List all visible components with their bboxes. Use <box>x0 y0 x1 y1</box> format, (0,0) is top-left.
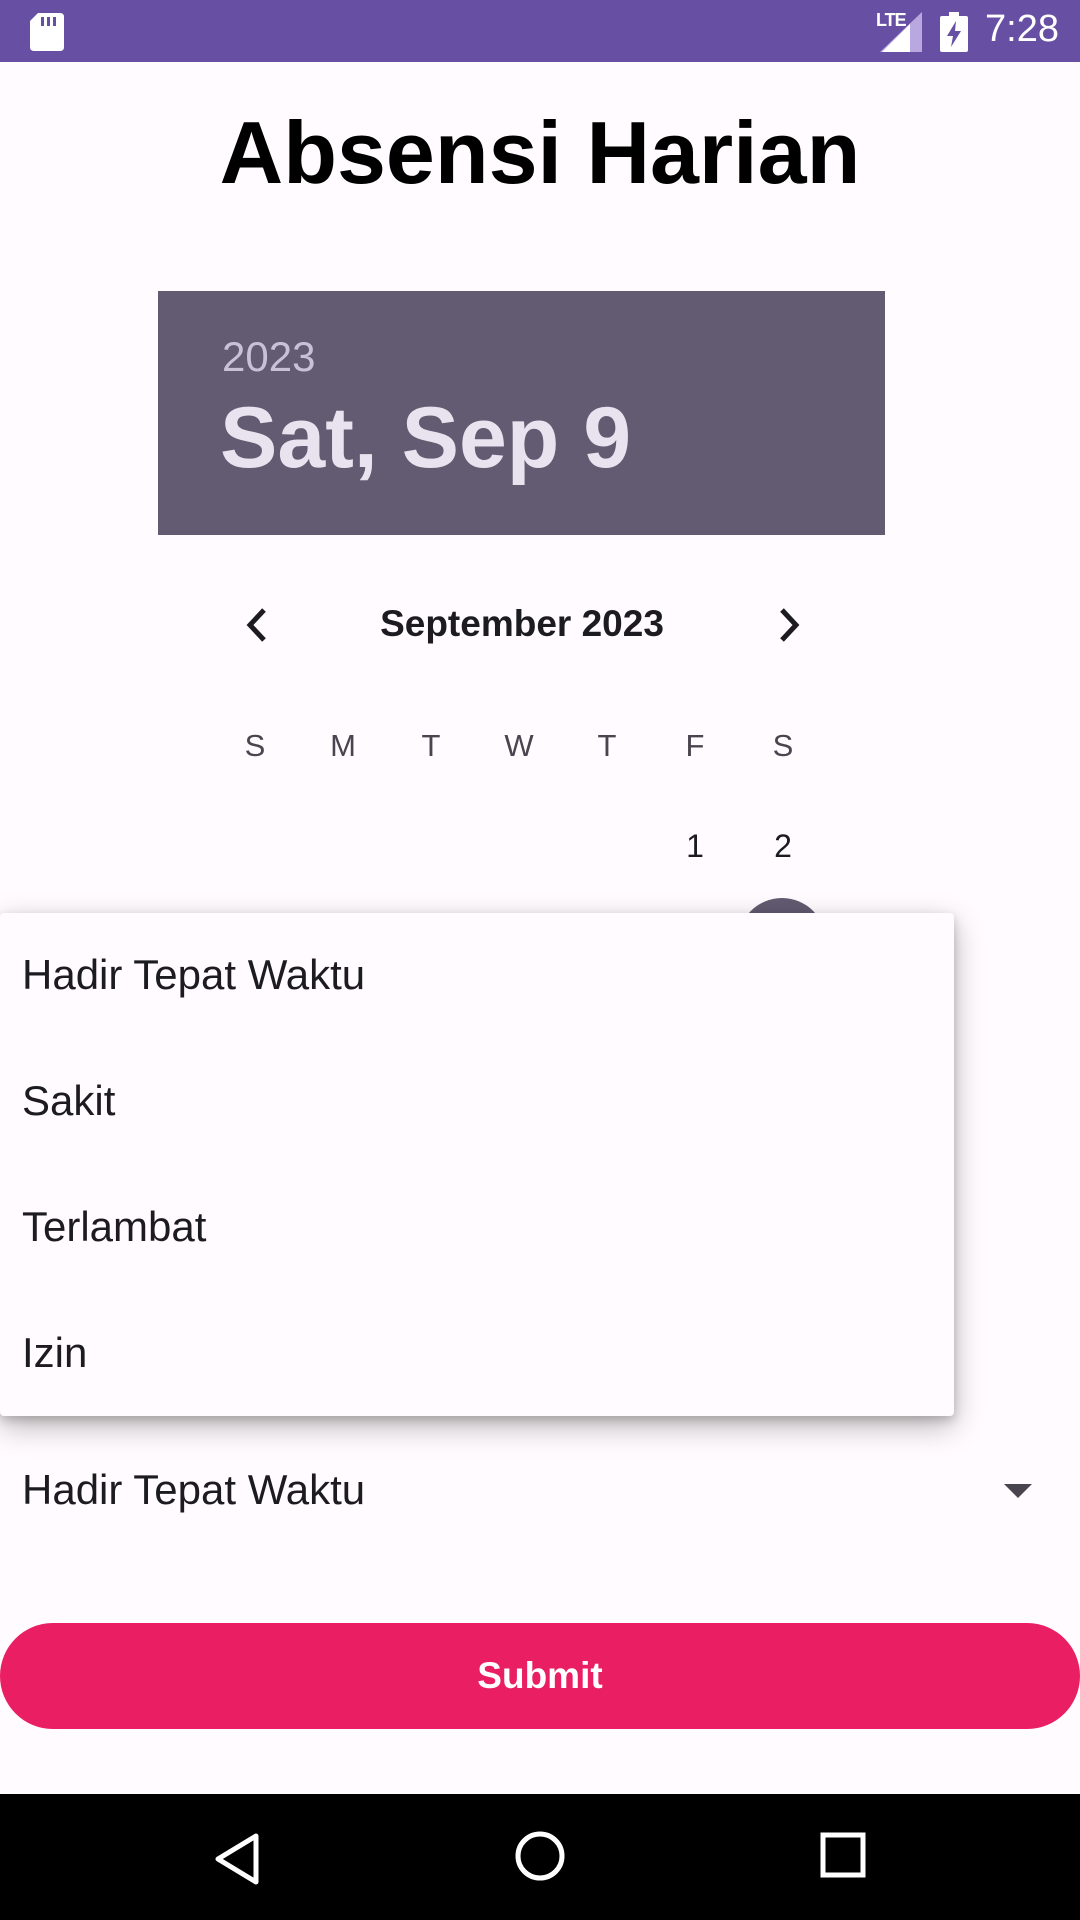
back-icon[interactable] <box>212 1832 262 1886</box>
calendar-day[interactable]: 2 <box>739 828 827 865</box>
dropdown-option[interactable]: Terlambat <box>0 1165 954 1291</box>
sd-card-icon <box>30 13 64 51</box>
chevron-left-icon[interactable] <box>236 602 276 648</box>
weekday-label: M <box>330 728 356 763</box>
date-year[interactable]: 2023 <box>222 333 315 381</box>
recents-icon[interactable] <box>820 1832 866 1878</box>
weekday-label: F <box>685 728 705 763</box>
calendar-day[interactable]: 1 <box>651 828 739 865</box>
submit-button[interactable]: Submit <box>0 1623 1080 1729</box>
status-time: 7:28 <box>985 8 1059 50</box>
system-nav-bar <box>0 1794 1080 1920</box>
weekday-label: W <box>504 728 534 763</box>
chevron-right-icon[interactable] <box>770 602 810 648</box>
status-bar: LTE 7:28 <box>0 0 1080 62</box>
weekday-label: S <box>772 728 794 763</box>
signal-icon <box>880 12 922 52</box>
selected-date: Sat, Sep 9 <box>220 390 632 486</box>
page-title: Absensi Harian <box>219 103 861 202</box>
weekday-label: T <box>597 728 617 763</box>
dropdown-option-label: Hadir Tepat Waktu <box>22 951 366 998</box>
status-dropdown-menu: Hadir Tepat Waktu Sakit Terlambat Izin <box>0 913 954 1416</box>
status-spinner-value[interactable]: Hadir Tepat Waktu <box>22 1466 365 1514</box>
dropdown-option[interactable]: Hadir Tepat Waktu <box>0 913 954 1039</box>
dropdown-option-label: Sakit <box>22 1077 116 1124</box>
dropdown-option-label: Terlambat <box>22 1203 207 1250</box>
dropdown-option[interactable]: Sakit <box>0 1039 954 1165</box>
month-label: September 2023 <box>380 603 664 644</box>
dropdown-arrow-icon[interactable] <box>1000 1478 1036 1502</box>
submit-label: Submit <box>477 1655 603 1696</box>
date-picker-header: 2023 Sat, Sep 9 <box>158 291 885 535</box>
dropdown-option[interactable]: Izin <box>0 1291 954 1417</box>
dropdown-option-label: Izin <box>22 1329 88 1376</box>
battery-charging-icon <box>940 12 968 52</box>
home-icon[interactable] <box>514 1830 566 1882</box>
weekday-label: S <box>244 728 266 763</box>
weekday-label: T <box>421 728 441 763</box>
